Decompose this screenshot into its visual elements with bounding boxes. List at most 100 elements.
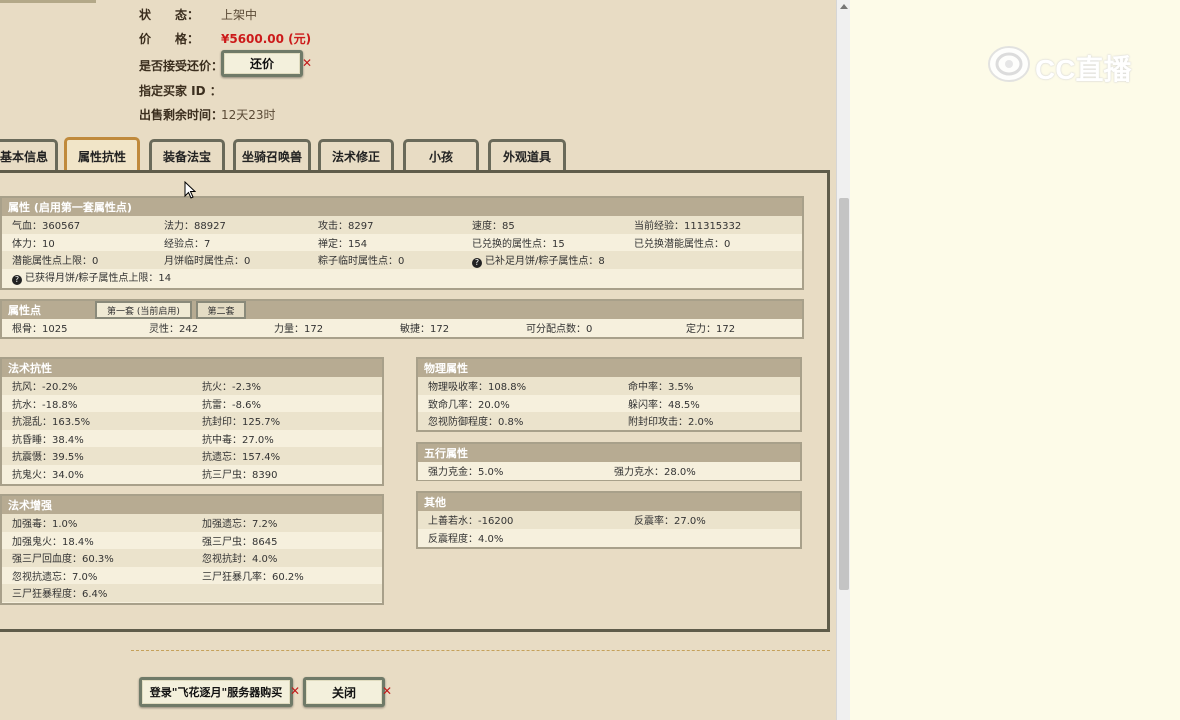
res-forget: 抗遗忘：157.4% [202,452,281,464]
res-water: 抗水：-18.8% [12,399,78,411]
counter-offer-close-icon[interactable]: ✕ [302,56,312,70]
scrollbar-thumb[interactable] [839,198,849,590]
points-available: 可分配点数：0 [526,324,593,336]
attribute-section: 属性 (启用第一套属性点) 气血：360567 法力：88927 攻击：8297… [0,196,804,290]
tab-basic-info[interactable]: 基本信息 [0,139,58,171]
attr-exchanged-potential: 已兑换潜能属性点：0 [634,238,731,250]
game-trade-page: 状 态： 上架中 价 格： ¥5600.00 (元) 是否接受还价： 还价 ✕ … [0,0,836,720]
close-button-label: 关闭 [306,680,382,704]
spell-res-row: 抗混乱：163.5% 抗封印：125.7% [2,412,382,430]
elements-row: 强力克金：5.0% 强力克水：28.0% [418,462,800,480]
other-row: 上善若水：-16200 反震率：27.0% [418,511,800,529]
other-row: 反震程度：4.0% [418,529,800,547]
price-label: 价 格： [139,32,200,46]
attr-filled-points: ? 已补足月饼/粽子属性点：8 [472,252,605,268]
physical-section: 物理属性 物理吸收率：108.8% 命中率：3.5% 致命几率：20.0% 躲闪率：… [416,357,802,432]
other-reflect-degree: 反震程度：4.0% [428,533,504,545]
scroll-up-icon[interactable] [840,4,848,9]
phys-seal-attack: 附封印攻击：2.0% [628,417,714,429]
attribute-row: ? 已获得月饼/粽子属性点上限：14 [2,269,802,287]
elements-header: 五行属性 [418,444,800,462]
subtab-set-one[interactable]: 第一套 (当前启用) [95,301,192,319]
close-x-icon[interactable]: ✕ [382,684,392,698]
attr-exp-points: 经验点：7 [164,238,211,250]
tab-child[interactable]: 小孩 [403,139,479,171]
spell-res-row: 抗震慑：39.5% 抗遗忘：157.4% [2,447,382,465]
physical-row: 致命几率：20.0% 躲闪率：48.5% [418,395,800,413]
points-agility: 敏捷：172 [400,324,450,336]
spell-resistance-header: 法术抗性 [2,359,382,377]
boost-ignore-forget: 忽视抗遗忘：7.0% [12,571,98,583]
counter-offer-button-label: 还价 [224,53,300,74]
price-value: ¥5600.00 (元) [221,32,312,46]
cc-live-watermark: CC直播 [985,42,1145,86]
spell-boost-header: 法术增强 [2,496,382,514]
phys-crit: 致命几率：20.0% [428,399,510,411]
buyer-id-label: 指定买家 ID ： [139,84,222,98]
tab-attributes-resistance[interactable]: 属性抗性 [64,137,140,172]
res-chaos: 抗混乱：163.5% [12,417,91,429]
attr-mp: 法力：88927 [164,221,226,233]
blank-right-area [850,0,1180,720]
spell-res-row: 抗风：-20.2% 抗火：-2.3% [2,377,382,395]
tab-mounts-summons[interactable]: 坐骑召唤兽 [233,139,311,171]
elem-water: 强力克水：28.0% [614,467,696,479]
attribute-row: 潜能属性点上限：0 月饼临时属性点：0 粽子临时属性点：0 ? 已补足月饼/粽子属… [2,251,802,269]
spell-boost-section: 法术增强 加强毒：1.0% 加强遗忘：7.2% 加强鬼火：18.4% 强三尸虫：86… [0,494,384,605]
attr-potential-cap: 潜能属性点上限：0 [12,256,99,268]
spell-boost-row: 加强毒：1.0% 加强遗忘：7.2% [2,514,382,532]
phys-hit: 命中率：3.5% [628,382,694,394]
help-icon[interactable]: ? [12,275,22,286]
tab-spell-correction[interactable]: 法术修正 [318,139,394,171]
other-water: 上善若水：-16200 [428,516,514,528]
phys-dodge: 躲闪率：48.5% [628,399,700,411]
status-label: 状 态： [139,8,200,22]
physical-row: 物理吸收率：108.8% 命中率：3.5% [418,377,800,395]
spell-boost-row: 三尸狂暴程度：6.4% [2,584,382,602]
points-endurance: 定力：172 [686,324,736,336]
attribute-row: 气血：360567 法力：88927 攻击：8297 速度：85 当前经验：11… [2,216,802,234]
res-fire: 抗火：-2.3% [202,382,262,394]
attr-obtained-cap: ? 已获得月饼/粽子属性点上限：14 [12,269,172,286]
points-constitution: 根骨：1025 [12,324,68,336]
spell-boost-row: 强三尸回血度：60.3% 忽视抗封：4.0% [2,549,382,567]
close-button[interactable]: 关闭 [303,677,385,707]
subtab-set-two[interactable]: 第二套 [196,301,246,319]
counter-offer-button[interactable]: 还价 [221,50,303,77]
other-header: 其他 [418,493,800,511]
spell-boost-row: 忽视抗遗忘：7.0% 三尸狂暴几率：60.2% [2,567,382,585]
counter-offer-label: 是否接受还价： [139,59,224,73]
server-buy-button-label: 登录"飞花逐月"服务器购买 [142,680,290,704]
remaining-time-label: 出售剩余时间： [139,108,224,122]
boost-ghostfire: 加强鬼火：18.4% [12,536,94,548]
attribute-header: 属性 (启用第一套属性点) [2,198,802,216]
attr-filled-points-text: 已补足月饼/粽子属性点：8 [485,255,605,267]
boost-frenzy-chance: 三尸狂暴几率：60.2% [202,571,304,583]
other-reflect-rate: 反震率：27.0% [634,516,706,528]
footer-divider [131,650,830,651]
boost-poison: 加强毒：1.0% [12,519,78,531]
elements-section: 五行属性 强力克金：5.0% 强力克水：28.0% [416,442,802,481]
boost-corpse-heal: 强三尸回血度：60.3% [12,554,114,566]
elem-metal: 强力克金：5.0% [428,467,504,479]
res-sleep: 抗昏睡：38.4% [12,434,84,446]
server-buy-close-icon[interactable]: ✕ [290,684,300,698]
tab-equipment[interactable]: 装备法宝 [149,139,225,171]
res-ghostfire: 抗鬼火：34.0% [12,469,84,481]
spell-boost-row: 加强鬼火：18.4% 强三尸虫：8645 [2,532,382,550]
res-corpse-worm: 抗三尸虫：8390 [202,469,278,481]
tab-appearance[interactable]: 外观道具 [488,139,566,171]
other-section: 其他 上善若水：-16200 反震率：27.0% 反震程度：4.0% [416,491,802,549]
physical-row: 忽视防御程度：0.8% 附封印攻击：2.0% [418,412,800,430]
server-buy-button[interactable]: 登录"飞花逐月"服务器购买 [139,677,293,707]
remaining-time-value: 12天23时 [221,108,276,122]
spell-res-row: 抗鬼火：34.0% 抗三尸虫：8390 [2,465,382,483]
cursor-icon [184,181,196,199]
attr-obtained-cap-text: 已获得月饼/粽子属性点上限：14 [25,273,172,285]
help-icon[interactable]: ? [472,257,482,268]
res-seal: 抗封印：125.7% [202,417,281,429]
vertical-scrollbar[interactable] [836,0,850,720]
boost-frenzy-degree: 三尸狂暴程度：6.4% [12,589,108,601]
attr-zongzi-temp: 粽子临时属性点：0 [318,256,405,268]
res-wind: 抗风：-20.2% [12,382,78,394]
